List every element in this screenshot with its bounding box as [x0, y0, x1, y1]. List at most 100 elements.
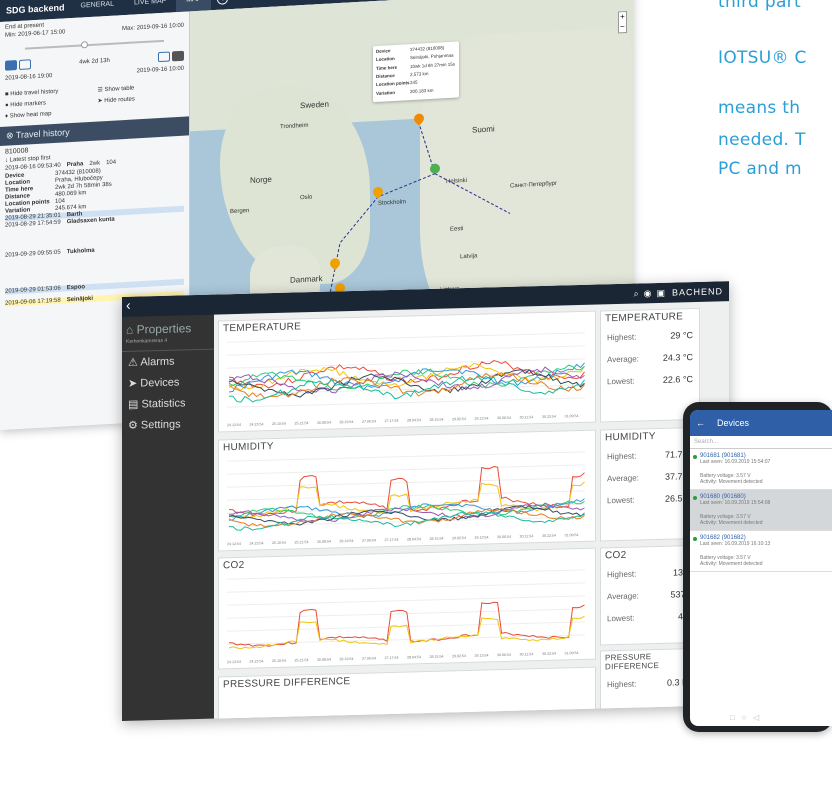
tick-label: 26.08:54: [317, 540, 331, 544]
tick-label: 24.12:54: [227, 423, 241, 427]
tick-label: 26.19:54: [340, 539, 354, 543]
camera-icon[interactable]: ◉: [644, 288, 653, 299]
tick-label: 25.10:54: [272, 659, 286, 663]
temperature-chart: TEMPERATURE 24.12:54 24.23:54 25.10:54 25.2…: [218, 310, 596, 433]
gridline: [227, 464, 585, 475]
temperature-plot: 24.12:54 24.23:54 25.10:54 25.21:54 26.08:54…: [227, 332, 585, 427]
toggle-travel-history[interactable]: ■ Hide travel history: [5, 87, 92, 99]
toggle-routes[interactable]: ➤ Hide routes: [98, 93, 185, 104]
tick-label: 24.23:54: [250, 659, 264, 663]
dashboard-sidebar: ‹ ⌂ Properties Kerhonkamreras 4 ⚠ Alarms…: [122, 294, 214, 721]
phone-device: ← Devices Search... 901681 (901681) Last …: [683, 402, 832, 732]
tick-label: 24.12:54: [227, 660, 241, 664]
tick-label: 30.00:54: [497, 653, 511, 657]
list-item[interactable]: 901680 (901680) Last seen: 16.09.2019 15:…: [690, 490, 832, 531]
tick-label: 29.02:54: [452, 536, 466, 540]
tick-label: 29.13:54: [475, 416, 489, 420]
tick-label: 28.15:54: [430, 418, 444, 422]
tick-label: 27.06:54: [362, 656, 376, 660]
help-icon[interactable]: ?: [217, 0, 229, 5]
dashboard-window: ‹ ⌂ Properties Kerhonkamreras 4 ⚠ Alarms…: [122, 281, 729, 721]
gridline: [227, 490, 585, 501]
tick-label: 25.10:54: [272, 541, 286, 545]
tick-label: 27.17:54: [385, 538, 399, 542]
tick-label: 28.04:54: [407, 537, 421, 541]
tick-label: 28.15:54: [430, 655, 444, 659]
tick-label: 27.17:54: [385, 419, 399, 423]
tick-label: 30.11:54: [520, 415, 534, 419]
marketing-line: third part: [718, 0, 801, 12]
back-arrow-icon[interactable]: ←: [696, 418, 705, 428]
tick-label: 24.23:54: [250, 422, 264, 426]
tick-label: 24.23:54: [250, 541, 264, 545]
list-item[interactable]: 2019-09-29 09:55:05 Tukholma: [5, 243, 184, 259]
humidity-chart: HUMIDITY 24.12:54 24.23:54 25.10:54 25.21:5…: [218, 429, 596, 552]
tick-label: 25.10:54: [272, 422, 286, 426]
series-line: [228, 498, 585, 521]
tick-label: 30.22:54: [542, 652, 556, 656]
time-slider[interactable]: [25, 39, 164, 50]
tick-label: 29.13:54: [475, 653, 489, 657]
tick-label: 26.19:54: [340, 420, 354, 424]
date-to: 2019-09-16 10:00: [136, 65, 184, 75]
status-dot: [693, 496, 697, 500]
chart-title: PRESSURE DIFFERENCE: [223, 676, 351, 691]
sidebar-item-statistics[interactable]: ▤ Statistics: [122, 392, 214, 415]
toggle-table[interactable]: ☰ Show table: [98, 82, 185, 93]
zoom-controls[interactable]: + −: [618, 10, 627, 34]
gridline: [227, 332, 585, 343]
sidebar-properties[interactable]: ⌂ Properties: [122, 315, 214, 339]
gridline: [227, 569, 585, 580]
list-item[interactable]: 901681 (901681) Last seen: 16.09.2019 15:…: [690, 449, 832, 490]
status-dot: [693, 455, 697, 459]
gridline: [227, 608, 585, 619]
toggle-markers[interactable]: ● Hide markers: [5, 98, 92, 110]
gridline: [227, 595, 585, 606]
calendar-icon[interactable]: [158, 51, 171, 63]
humidity-plot: 24.12:54 24.23:54 25.10:54 25.21:54 26.08:54…: [227, 451, 585, 546]
stat-average: Average: 24.3 °C: [607, 352, 693, 364]
toggle-heat-map[interactable]: ♦ Show heat map: [5, 109, 92, 120]
duration-label: 4wk 2d 13h: [79, 57, 110, 66]
tick-label: 27.17:54: [385, 656, 399, 660]
time-range-panel: End at present Min: 2019-06-17 15:00 Max…: [0, 11, 189, 123]
tick-label: 25.21:54: [295, 540, 309, 544]
gridline: [227, 358, 585, 369]
nav-buttons[interactable]: □ ○ ◁: [730, 713, 759, 722]
tick-label: 29.13:54: [475, 535, 489, 539]
tick-label: 28.04:54: [407, 418, 421, 422]
tick-label: 29.02:54: [452, 417, 466, 421]
sidebar-item-settings[interactable]: ⚙ Settings: [122, 413, 214, 436]
gridline: [227, 582, 585, 593]
prev-button[interactable]: [5, 60, 17, 71]
pressure-chart: PRESSURE DIFFERENCE: [218, 666, 596, 721]
max-date: Max: 2019-09-16 10:00: [121, 22, 184, 33]
tick-label: 31.09:54: [565, 533, 579, 537]
search-icon[interactable]: ⌕: [634, 288, 640, 299]
marketing-line: needed. T: [718, 130, 806, 150]
search-input[interactable]: Search...: [690, 436, 832, 449]
list-item[interactable]: 901682 (901682) Last seen: 16.09.2019 16:…: [690, 531, 832, 572]
slider-handle[interactable]: [80, 41, 88, 49]
marketing-line: IOTSU® C: [718, 48, 807, 68]
status-dot: [693, 537, 697, 541]
co2-chart: CO2 24.12:54 24.23:54 25.10:54 25.21:54 26.0…: [218, 547, 596, 670]
next-button[interactable]: [171, 50, 184, 62]
tick-label: 27.06:54: [362, 538, 376, 542]
back-icon[interactable]: ‹: [122, 294, 214, 317]
phone-title: Devices: [717, 418, 750, 428]
tick-label: 28.04:54: [407, 655, 421, 659]
lock-icon[interactable]: ▣: [656, 287, 666, 298]
sidebar-item-alarms[interactable]: ⚠ Alarms: [122, 350, 214, 373]
calendar-icon[interactable]: [18, 59, 31, 70]
gridline: [227, 345, 585, 356]
marketing-line: PC and m: [718, 159, 802, 179]
co2-plot: 24.12:54 24.23:54 25.10:54 25.21:54 26.08:54…: [227, 569, 585, 664]
temperature-stats: TEMPERATURE Highest: 29 °C Average: 24.3 °…: [600, 307, 700, 423]
gridline: [227, 397, 585, 408]
marketing-line: means th: [718, 98, 801, 118]
tick-label: 26.08:54: [317, 658, 331, 662]
sidebar-item-devices[interactable]: ➤ Devices: [122, 371, 214, 394]
tick-label: 30.11:54: [520, 534, 534, 538]
tick-label: 25.21:54: [295, 421, 309, 425]
